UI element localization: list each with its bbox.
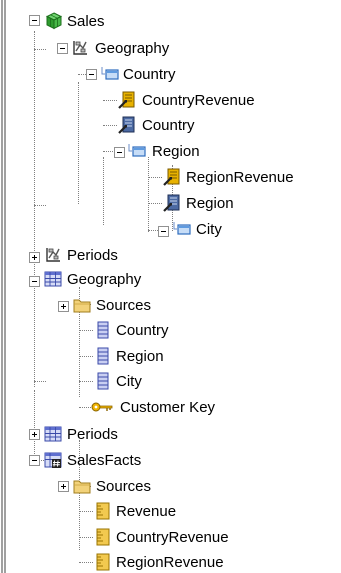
tree-view[interactable]: Sales Geography Country CountryRevenue C… — [0, 0, 341, 573]
tree-node-country-column[interactable]: Country — [0, 319, 200, 341]
column-icon — [97, 347, 109, 365]
folder-icon — [73, 299, 91, 313]
tree-node-country-revenue-measure[interactable]: CountryRevenue — [0, 526, 300, 548]
column-icon — [97, 321, 109, 339]
folder-icon — [73, 480, 91, 494]
expand-toggle[interactable] — [58, 301, 69, 312]
hierarchy-icon — [73, 41, 87, 55]
column-icon — [97, 372, 109, 390]
tree-node-salesfacts[interactable]: SalesFacts — [0, 449, 200, 471]
tree-node-country-attribute[interactable]: Country — [0, 114, 260, 136]
tree-node-region-column[interactable]: Region — [0, 345, 200, 367]
tree-node-geography-table[interactable]: Geography — [0, 268, 200, 290]
collapse-toggle[interactable] — [29, 455, 40, 466]
expand-toggle[interactable] — [158, 226, 169, 237]
table-icon — [44, 271, 62, 287]
collapse-toggle[interactable] — [29, 276, 40, 287]
level-icon — [173, 222, 191, 235]
tree-node-geography-sources[interactable]: Sources — [0, 294, 200, 316]
measure-icon — [96, 502, 110, 520]
tree-node-country-level[interactable]: Country — [0, 63, 200, 85]
expand-toggle[interactable] — [58, 481, 69, 492]
tree-node-customer-key[interactable]: Customer Key — [0, 396, 260, 418]
fact-table-icon — [44, 452, 62, 468]
cube-icon — [45, 12, 63, 30]
tree-node-salesfacts-sources[interactable]: Sources — [0, 475, 200, 497]
tree-node-geography-dimension[interactable]: Geography — [0, 37, 180, 59]
attribute-icon — [163, 168, 180, 186]
level-icon — [128, 144, 146, 157]
attribute-icon — [118, 116, 135, 134]
attribute-icon — [163, 194, 180, 212]
collapse-toggle[interactable] — [86, 69, 97, 80]
level-icon — [101, 67, 119, 80]
collapse-toggle[interactable] — [29, 15, 40, 26]
tree-node-periods-table[interactable]: Periods — [0, 423, 160, 445]
tree-node-periods-dimension[interactable]: Periods — [0, 243, 160, 265]
tree-node-city-column[interactable]: City — [0, 370, 200, 392]
tree-node-country-revenue-attribute[interactable]: CountryRevenue — [0, 89, 330, 111]
measure-icon — [96, 528, 110, 546]
expand-toggle[interactable] — [29, 429, 40, 440]
tree-node-sales[interactable]: Sales — [0, 10, 120, 32]
tree-node-region-revenue-measure[interactable]: RegionRevenue — [0, 551, 300, 573]
tree-node-region-level[interactable]: Region — [0, 140, 260, 162]
hierarchy-icon — [46, 248, 60, 262]
tree-node-region-revenue-attribute[interactable]: RegionRevenue — [0, 166, 341, 188]
table-icon — [44, 426, 62, 442]
key-icon — [91, 402, 113, 412]
tree-node-city-level[interactable]: City — [0, 218, 260, 240]
tree-node-region-attribute[interactable]: Region — [0, 192, 280, 214]
attribute-icon — [118, 91, 135, 109]
expand-toggle[interactable] — [29, 252, 40, 263]
collapse-toggle[interactable] — [114, 147, 125, 158]
tree-node-revenue-measure[interactable]: Revenue — [0, 500, 200, 522]
measure-icon — [96, 553, 110, 571]
collapse-toggle[interactable] — [57, 43, 68, 54]
